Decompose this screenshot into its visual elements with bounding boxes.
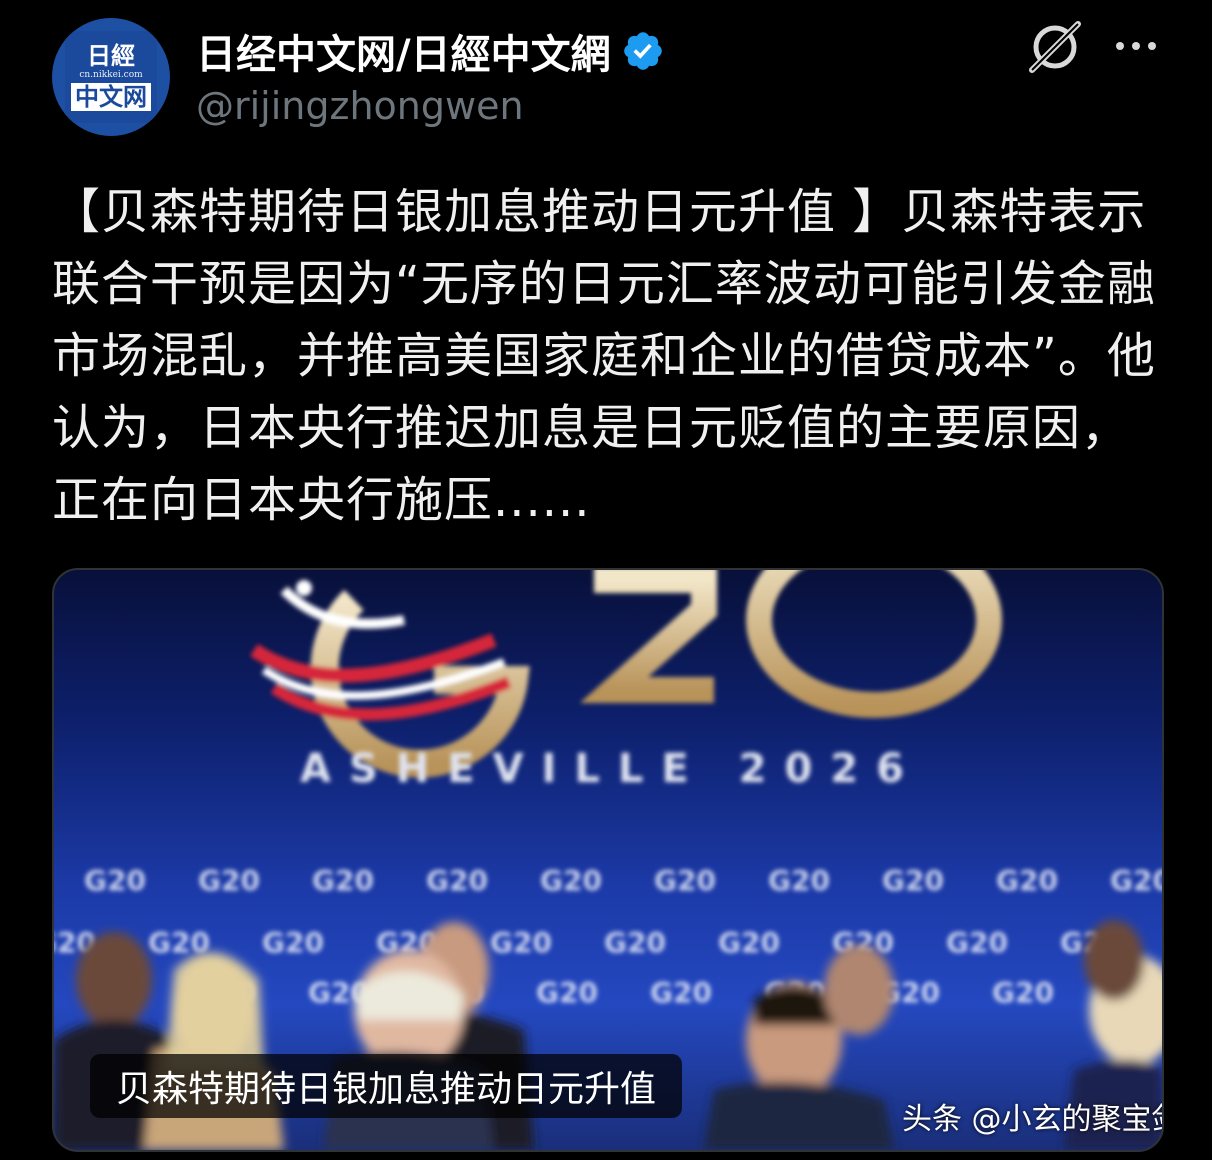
grok-icon[interactable] [1026, 18, 1084, 76]
backdrop-logo: G20 [1110, 864, 1162, 897]
backdrop-logo: G20 [768, 864, 830, 897]
backdrop-logo: G20 [536, 976, 598, 1009]
backdrop-logo: G20 [198, 864, 260, 897]
avatar-logo-url: cn.nikkei.com [79, 70, 143, 80]
event-title: ASHEVILLE 2026 [300, 746, 922, 792]
media-caption: 贝森特期待日银加息推动日元升值 [90, 1054, 683, 1118]
backdrop-logo: G20 [540, 864, 602, 897]
backdrop-logo: G20 [604, 926, 666, 959]
backdrop-logo: G20 [262, 926, 324, 959]
display-name[interactable]: 日经中文网/日經中文網 [196, 22, 611, 80]
backdrop-logo: G20 [84, 864, 146, 897]
verified-badge-icon [623, 32, 662, 70]
backdrop-logo: G20 [312, 864, 374, 897]
tweet-text: 【贝森特期待日银加息推动日元升值 】贝森特表示联合干预是因为“无序的日元汇率波动… [52, 184, 1156, 528]
backdrop-logo: G20 [996, 864, 1058, 897]
backdrop-logo: G20 [426, 864, 488, 897]
more-icon[interactable] [1110, 26, 1162, 66]
media-image[interactable]: ASHEVILLE 2026 G20 G20 G20 G20 G20 G20 G20 G20 G… [52, 568, 1164, 1152]
watermark: 头条 @小玄的聚宝剑 [902, 1102, 1164, 1137]
backdrop-logo: G20 [650, 976, 712, 1009]
display-name-row[interactable]: 日经中文网/日經中文網 [196, 22, 665, 80]
avatar[interactable]: 日經 cn.nikkei.com 中文网 [52, 18, 170, 136]
backdrop-logo: G20 [490, 926, 552, 959]
backdrop-logo: G20 [946, 926, 1008, 959]
avatar-logo: 日經 cn.nikkei.com 中文网 [65, 31, 157, 123]
backdrop-logo: G20 [718, 926, 780, 959]
avatar-logo-bottom: 中文网 [71, 83, 151, 111]
handle[interactable]: @rijingzhongwen [196, 84, 524, 128]
backdrop-logo: G20 [992, 976, 1054, 1009]
avatar-logo-top: 日經 [87, 41, 135, 70]
g20-logo [250, 570, 1002, 778]
backdrop-logo: G20 [882, 864, 944, 897]
backdrop-logo: G20 [654, 864, 716, 897]
tweet-view: 日經 cn.nikkei.com 中文网 日经中文网/日經中文網 @rijing… [0, 0, 1212, 1160]
